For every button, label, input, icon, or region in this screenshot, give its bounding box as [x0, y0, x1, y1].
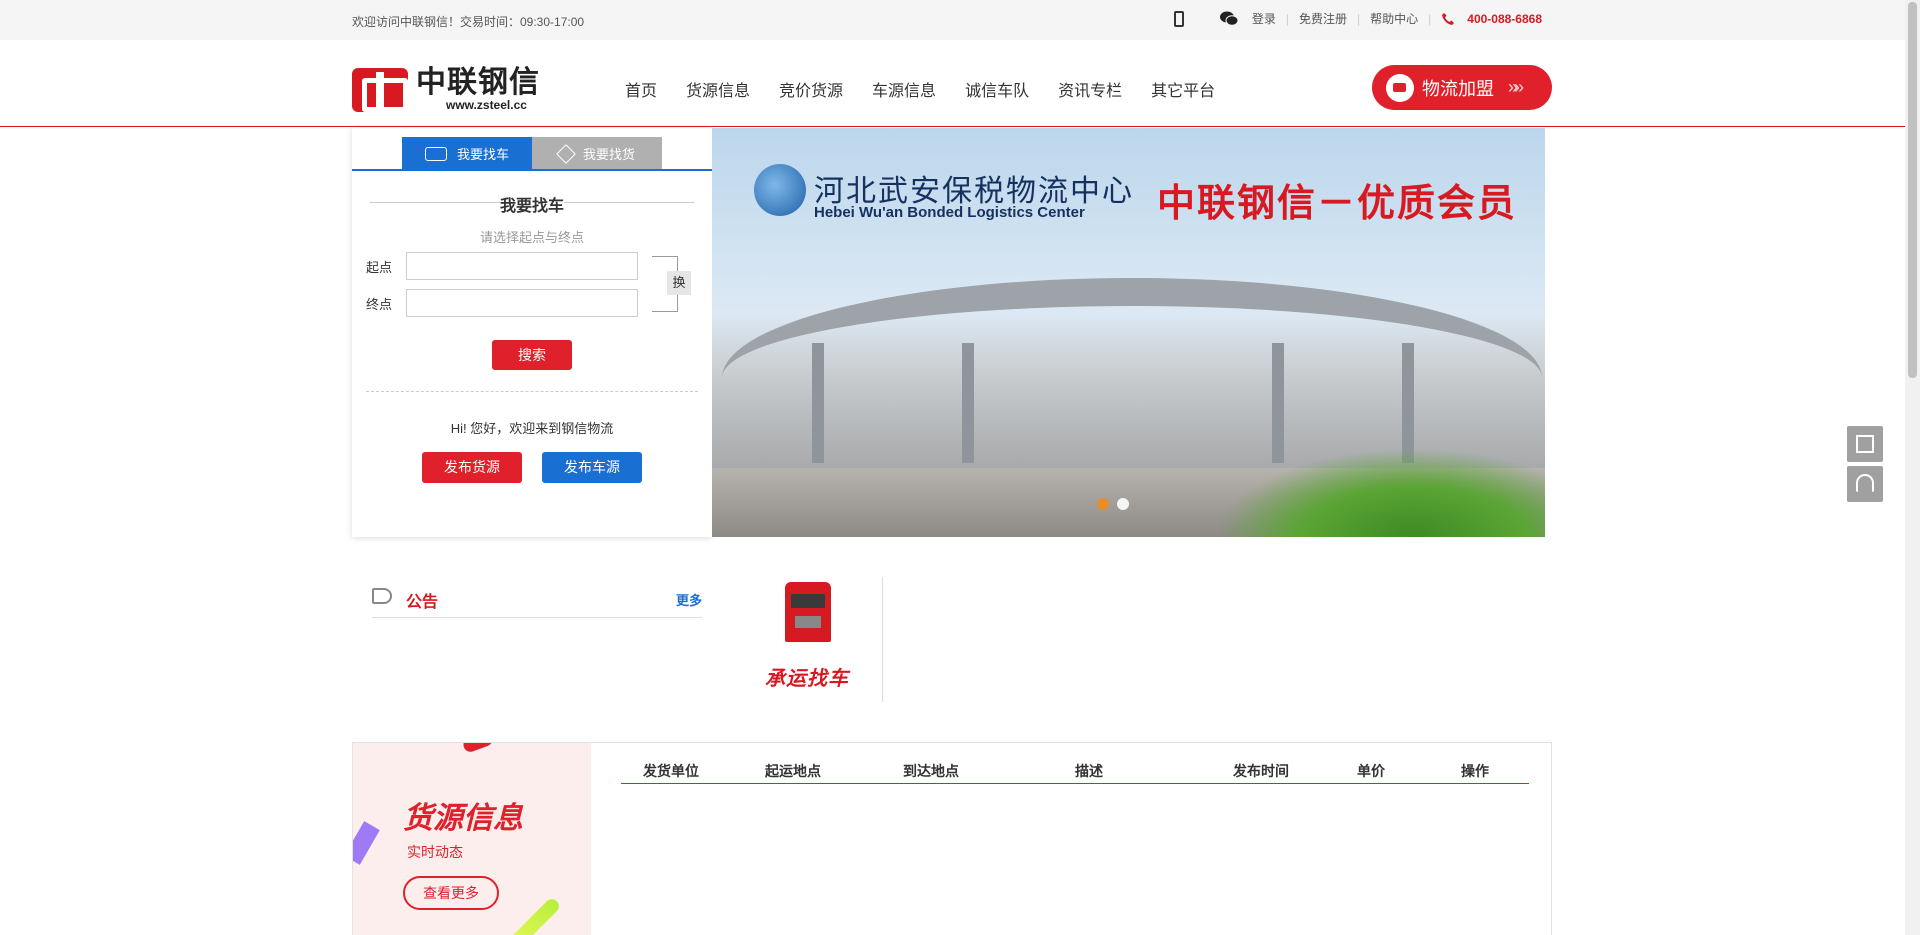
- nav-home[interactable]: 首页: [625, 82, 657, 102]
- pillar: [962, 343, 974, 463]
- help-link[interactable]: 帮助中心: [1370, 10, 1418, 27]
- nav-other-platforms[interactable]: 其它平台: [1151, 82, 1215, 102]
- plants: [1215, 448, 1545, 537]
- pillar: [1402, 343, 1414, 463]
- nav-bidding-cargo[interactable]: 竞价货源: [779, 82, 843, 102]
- login-link[interactable]: 登录: [1252, 10, 1276, 27]
- find-vehicle-panel: 我要找车 我要找货 我要找车 请选择起点与终点 起点 终点 换 搜索 Hi! 您…: [352, 128, 712, 537]
- pillar: [1272, 343, 1284, 463]
- end-label: 终点: [366, 296, 393, 312]
- search-button[interactable]: 搜索: [492, 340, 572, 370]
- carrier-find-vehicle-link[interactable]: 承运找车: [765, 582, 855, 690]
- divider: |: [1357, 11, 1361, 26]
- red-truck-icon: [785, 582, 831, 642]
- start-label: 起点: [366, 259, 393, 275]
- col-origin: 起运地点: [765, 763, 821, 779]
- col-publish-time: 发布时间: [1233, 763, 1289, 779]
- register-link[interactable]: 免费注册: [1299, 10, 1347, 27]
- cargo-title: 货源信息: [403, 802, 523, 835]
- panel-subtitle: 请选择起点与终点: [479, 230, 584, 245]
- cargo-table-header: 发货单位 起运地点 到达地点 描述 发布时间 单价 操作: [621, 753, 1529, 784]
- cargo-side-card: 货源信息 实时动态 查看更多: [353, 743, 591, 935]
- top-bar: 欢迎访问中联钢信！交易时间：09:30-17:00 登录 | 免费注册 | 帮助…: [0, 0, 1920, 40]
- telephone-icon: [1442, 12, 1455, 25]
- logo-text: 中联钢信: [416, 66, 540, 99]
- pillar: [812, 343, 824, 463]
- wechat-icon[interactable]: [1219, 11, 1238, 26]
- customer-service-button[interactable]: [1847, 466, 1883, 502]
- announcement-header: 公告 更多: [372, 586, 702, 618]
- divider: |: [1285, 11, 1289, 26]
- col-shipper: 发货单位: [643, 763, 699, 779]
- truck-icon: [1386, 73, 1414, 102]
- page-scrollbar[interactable]: [1905, 0, 1920, 935]
- scrollbar-thumb[interactable]: [1908, 2, 1917, 378]
- col-action: 操作: [1461, 763, 1489, 779]
- join-label: 物流加盟: [1422, 78, 1494, 99]
- nav-cargo-info[interactable]: 货源信息: [686, 82, 750, 102]
- logistics-join-button[interactable]: 物流加盟 »»: [1372, 65, 1552, 110]
- logo-url: www.zsteel.cc: [446, 98, 527, 112]
- expand-icon: [1856, 435, 1874, 453]
- nav-trusted-fleet[interactable]: 诚信车队: [965, 82, 1029, 102]
- end-row: 终点: [366, 289, 638, 317]
- top-links: 登录 | 免费注册 | 帮助中心 | 400-088-6868: [1173, 10, 1542, 27]
- panel-title: 我要找车: [352, 192, 712, 216]
- col-description: 描述: [1075, 763, 1103, 779]
- announcement-more-link[interactable]: 更多: [676, 590, 702, 609]
- truck-grill: [795, 616, 821, 628]
- decoration: [353, 821, 380, 865]
- site-logo[interactable]: 中联钢信 www.zsteel.cc: [352, 68, 540, 112]
- box-icon: [556, 143, 576, 164]
- end-input[interactable]: [406, 289, 638, 317]
- greeting-text: Hi! 您好，欢迎来到钢信物流: [450, 421, 614, 436]
- carousel-dot[interactable]: [1117, 498, 1129, 510]
- swap-button[interactable]: 换: [667, 271, 691, 295]
- cargo-info-section: 货源信息 实时动态 查看更多 发货单位 起运地点 到达地点 描述 发布时间 单价…: [352, 742, 1552, 935]
- tab-find-vehicle[interactable]: 我要找车: [402, 137, 532, 170]
- start-input[interactable]: [406, 252, 638, 280]
- double-chevron-icon: »»: [1508, 77, 1524, 97]
- carrier-label: 承运找车: [765, 668, 849, 690]
- decoration: [461, 743, 495, 754]
- headset-icon: [1856, 474, 1874, 492]
- truck-outline-icon: [424, 146, 447, 161]
- decoration: [502, 896, 562, 935]
- divider: [366, 391, 698, 392]
- nav-news[interactable]: 资讯专栏: [1058, 82, 1122, 102]
- logistics-center-logo-icon: [754, 164, 806, 216]
- logo-mark-icon: [352, 68, 408, 112]
- building-roof: [722, 278, 1542, 428]
- banner-slogan: 中联钢信－优质会员: [1157, 180, 1518, 225]
- tab-label: 我要找车: [456, 147, 509, 162]
- publish-vehicle-button[interactable]: 发布车源: [542, 452, 642, 483]
- mobile-phone-icon[interactable]: [1173, 10, 1184, 27]
- divider: [882, 577, 883, 702]
- divider: |: [1428, 11, 1432, 26]
- welcome-text: 欢迎访问中联钢信！交易时间：09:30-17:00: [352, 15, 585, 29]
- fullscreen-button[interactable]: [1847, 426, 1883, 462]
- banner-en-name: Hebei Wu'an Bonded Logistics Center: [814, 204, 1085, 221]
- announcement-title: 公告: [406, 594, 439, 611]
- carousel-dot-active[interactable]: [1097, 498, 1109, 510]
- hero-banner[interactable]: 河北武安保税物流中心 Hebei Wu'an Bonded Logistics …: [712, 128, 1545, 537]
- truck-windshield: [791, 594, 825, 608]
- megaphone-icon: [372, 588, 392, 604]
- col-unit-price: 单价: [1357, 763, 1385, 779]
- tab-find-goods[interactable]: 我要找货: [532, 137, 662, 170]
- hotline-number: 400-088-6868: [1467, 11, 1542, 26]
- nav-vehicle-info[interactable]: 车源信息: [872, 82, 936, 102]
- publish-goods-button[interactable]: 发布货源: [422, 452, 522, 483]
- start-row: 起点: [366, 252, 638, 280]
- tab-underline: [352, 169, 712, 171]
- view-more-button[interactable]: 查看更多: [403, 876, 499, 910]
- panel-tabs: 我要找车 我要找货: [402, 137, 662, 170]
- cargo-subtitle: 实时动态: [407, 844, 463, 860]
- col-destination: 到达地点: [903, 763, 959, 779]
- carousel-dots: [1097, 498, 1129, 510]
- main-nav: 首页 货源信息 竞价货源 车源信息 诚信车队 资讯专栏 其它平台: [625, 82, 1244, 102]
- tab-label: 我要找货: [582, 147, 635, 162]
